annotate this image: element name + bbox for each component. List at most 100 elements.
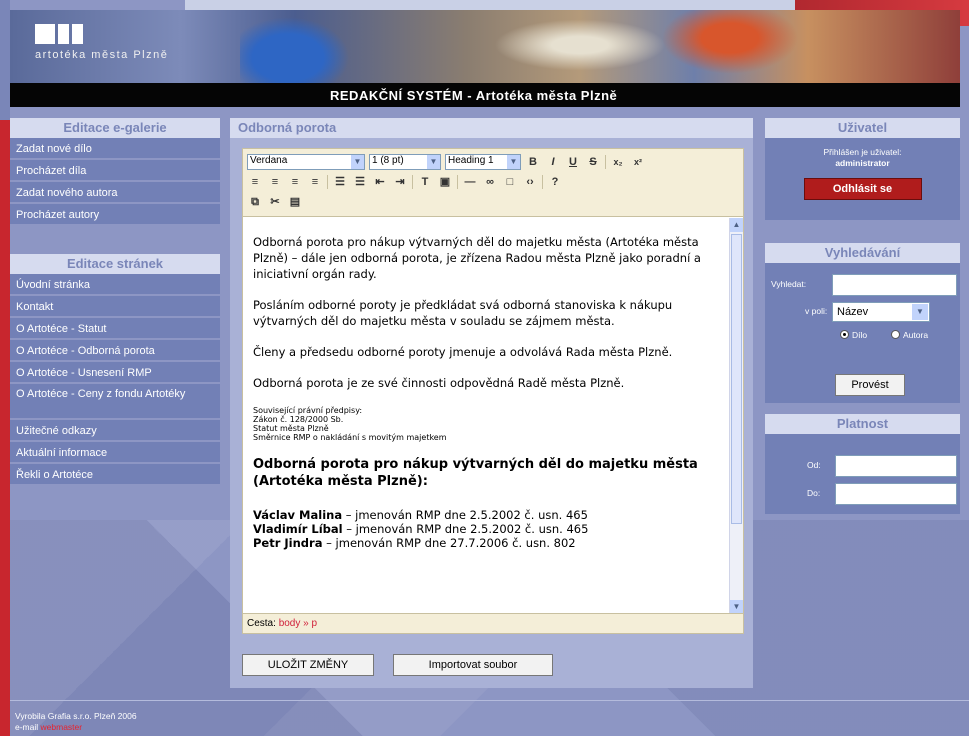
menu-item-browse-works[interactable]: Procházet díla xyxy=(10,160,220,182)
import-file-button[interactable]: Importovat soubor xyxy=(393,654,553,676)
align-center-icon[interactable]: ≡ xyxy=(267,174,283,190)
menu-item-home[interactable]: Úvodní stránka xyxy=(10,274,220,296)
paste-icon[interactable]: ▤ xyxy=(287,194,303,210)
to-date-input[interactable] xyxy=(835,483,957,505)
editor-panel: Odborná porota Verdana ▼ 1 (8 pt) ▼ Headin… xyxy=(230,118,753,688)
chevron-down-icon: ▼ xyxy=(351,155,364,169)
search-panel: Vyhledávání Vyhledat: v poli: Název ▼ Díl… xyxy=(765,243,960,403)
user-heading: Uživatel xyxy=(765,118,960,138)
help-icon[interactable]: ? xyxy=(547,174,563,190)
webmaster-link[interactable]: webmaster xyxy=(41,722,83,732)
numbered-list-icon[interactable]: ☰ xyxy=(352,174,368,190)
align-justify-icon[interactable]: ≡ xyxy=(307,174,323,190)
menu-item-news[interactable]: Aktuální informace xyxy=(10,442,220,464)
to-label: Do: xyxy=(807,488,821,498)
member-line: Petr Jindra – jmenován RMP dne 27.7.2006… xyxy=(253,536,576,550)
source-code-icon[interactable]: ‹› xyxy=(522,174,538,190)
menu-item-resolution[interactable]: O Artotéce - Usnesení RMP xyxy=(10,362,220,384)
username: administrator xyxy=(835,158,890,168)
search-label: Vyhledat: xyxy=(771,279,807,289)
rich-text-editor: Verdana ▼ 1 (8 pt) ▼ Heading 1 ▼ B I U S x₂… xyxy=(242,148,744,634)
underline-icon[interactable]: U xyxy=(565,154,581,170)
indent-icon[interactable]: ⇥ xyxy=(392,174,408,190)
background-strip xyxy=(0,0,10,120)
top-strip xyxy=(185,0,795,10)
paragraph: Posláním odborné poroty je předkládat sv… xyxy=(253,298,673,328)
element-path[interactable]: body » p xyxy=(279,618,317,629)
menu-item-new-work[interactable]: Zadat nové dílo xyxy=(10,138,220,160)
strikethrough-icon[interactable]: S xyxy=(585,154,601,170)
menu-item-quotes[interactable]: Řekli o Artotéce xyxy=(10,464,220,486)
horizontal-rule-icon[interactable]: — xyxy=(462,174,478,190)
from-label: Od: xyxy=(807,460,821,470)
radio-autora[interactable] xyxy=(891,330,900,339)
pages-menu: Úvodní stránka Kontakt O Artotéce - Stat… xyxy=(10,274,220,486)
format-select[interactable]: Heading 1 ▼ xyxy=(445,154,521,170)
background-red-strip xyxy=(0,120,10,736)
text-color-icon[interactable]: T xyxy=(417,174,433,190)
align-right-icon[interactable]: ≡ xyxy=(287,174,303,190)
logout-button[interactable]: Odhlásit se xyxy=(803,178,922,200)
bullet-list-icon[interactable]: ☰ xyxy=(332,174,348,190)
jury-heading: Odborná porota pro nákup výtvarných děl … xyxy=(253,457,698,489)
editor-content[interactable]: Odborná porota pro nákup výtvarných děl … xyxy=(243,218,730,614)
paragraph: Odborná porota pro nákup výtvarných děl … xyxy=(253,235,701,281)
chevron-down-icon: ▼ xyxy=(507,155,520,169)
member-line: Václav Malina – jmenován RMP dne 2.5.200… xyxy=(253,508,588,522)
menu-item-new-author[interactable]: Zadat nového autora xyxy=(10,182,220,204)
footer-credit: Vyrobila Grafia s.r.o. Plzeň 2006 xyxy=(15,711,137,721)
radio-dilo[interactable] xyxy=(840,330,849,339)
align-left-icon[interactable]: ≡ xyxy=(247,174,263,190)
user-panel: Uživatel Přihlášen je uživatel: administ… xyxy=(765,118,960,220)
menu-item-jury[interactable]: O Artotéce - Odborná porota xyxy=(10,340,220,362)
user-info: Přihlášen je uživatel: administrator xyxy=(765,138,960,169)
table-icon[interactable]: □ xyxy=(502,174,518,190)
member-line: Vladimír Líbal – jmenován RMP dne 2.5.20… xyxy=(253,522,589,536)
site-logo[interactable]: artotéka města Plzně xyxy=(35,24,168,61)
validity-heading: Platnost xyxy=(765,414,960,434)
title-bar: REDAKČNÍ SYSTÉM - Artotéka města Plzně xyxy=(10,83,960,107)
editor-scrollbar[interactable]: ▲ ▼ xyxy=(729,218,743,614)
page-title: REDAKČNÍ SYSTÉM - Artotéka města Plzně xyxy=(330,88,618,103)
scroll-thumb[interactable] xyxy=(731,234,742,524)
editor-statusbar: Cesta: body » p xyxy=(243,613,743,633)
bold-icon[interactable]: B xyxy=(525,154,541,170)
menu-item-statute[interactable]: O Artotéce - Statut xyxy=(10,318,220,340)
from-date-input[interactable] xyxy=(835,455,957,477)
font-size-select[interactable]: 1 (8 pt) ▼ xyxy=(369,154,441,170)
search-field-label: v poli: xyxy=(805,306,828,316)
logo-text: artotéka města Plzně xyxy=(35,49,169,61)
gallery-heading: Editace e-galerie xyxy=(10,118,220,138)
italic-icon[interactable]: I xyxy=(545,154,561,170)
radio-dilo-label: Dílo xyxy=(852,330,868,340)
cut-icon[interactable]: ✂ xyxy=(267,194,283,210)
save-button[interactable]: ULOŽIT ZMĚNY xyxy=(242,654,374,676)
copy-icon[interactable]: ⧉ xyxy=(247,194,263,210)
editor-heading: Odborná porota xyxy=(230,118,753,138)
font-family-select[interactable]: Verdana ▼ xyxy=(247,154,365,170)
gallery-menu: Zadat nové dílo Procházet díla Zadat nov… xyxy=(10,138,220,226)
chevron-down-icon: ▼ xyxy=(912,304,928,320)
scroll-down-icon[interactable]: ▼ xyxy=(730,600,743,614)
search-input[interactable] xyxy=(832,274,957,296)
chevron-down-icon: ▼ xyxy=(427,155,440,169)
search-submit-button[interactable]: Provést xyxy=(835,374,905,396)
outdent-icon[interactable]: ⇤ xyxy=(372,174,388,190)
pages-heading: Editace stránek xyxy=(10,254,220,274)
superscript-icon[interactable]: x² xyxy=(630,154,646,170)
editor-toolbar: Verdana ▼ 1 (8 pt) ▼ Heading 1 ▼ B I U S x₂… xyxy=(243,149,743,217)
scroll-up-icon[interactable]: ▲ xyxy=(730,218,743,232)
subscript-icon[interactable]: x₂ xyxy=(610,154,626,170)
path-label: Cesta: xyxy=(247,618,276,629)
left-sidebar: Editace e-galerie Zadat nové dílo Prochá… xyxy=(10,118,220,486)
menu-item-prizes[interactable]: O Artotéce - Ceny z fondu Artotéky xyxy=(10,384,220,420)
paragraph: Členy a předsedu odborné poroty jmenuje … xyxy=(253,345,673,359)
legal-references: Související právní předpisy: Zákon č. 12… xyxy=(253,406,447,442)
menu-item-contact[interactable]: Kontakt xyxy=(10,296,220,318)
menu-item-browse-authors[interactable]: Procházet autory xyxy=(10,204,220,226)
background-color-icon[interactable]: ▣ xyxy=(437,174,453,190)
search-field-select[interactable]: Název ▼ xyxy=(832,302,930,322)
search-heading: Vyhledávání xyxy=(765,243,960,263)
menu-item-links[interactable]: Užitečné odkazy xyxy=(10,420,220,442)
link-icon[interactable]: ∞ xyxy=(482,174,498,190)
